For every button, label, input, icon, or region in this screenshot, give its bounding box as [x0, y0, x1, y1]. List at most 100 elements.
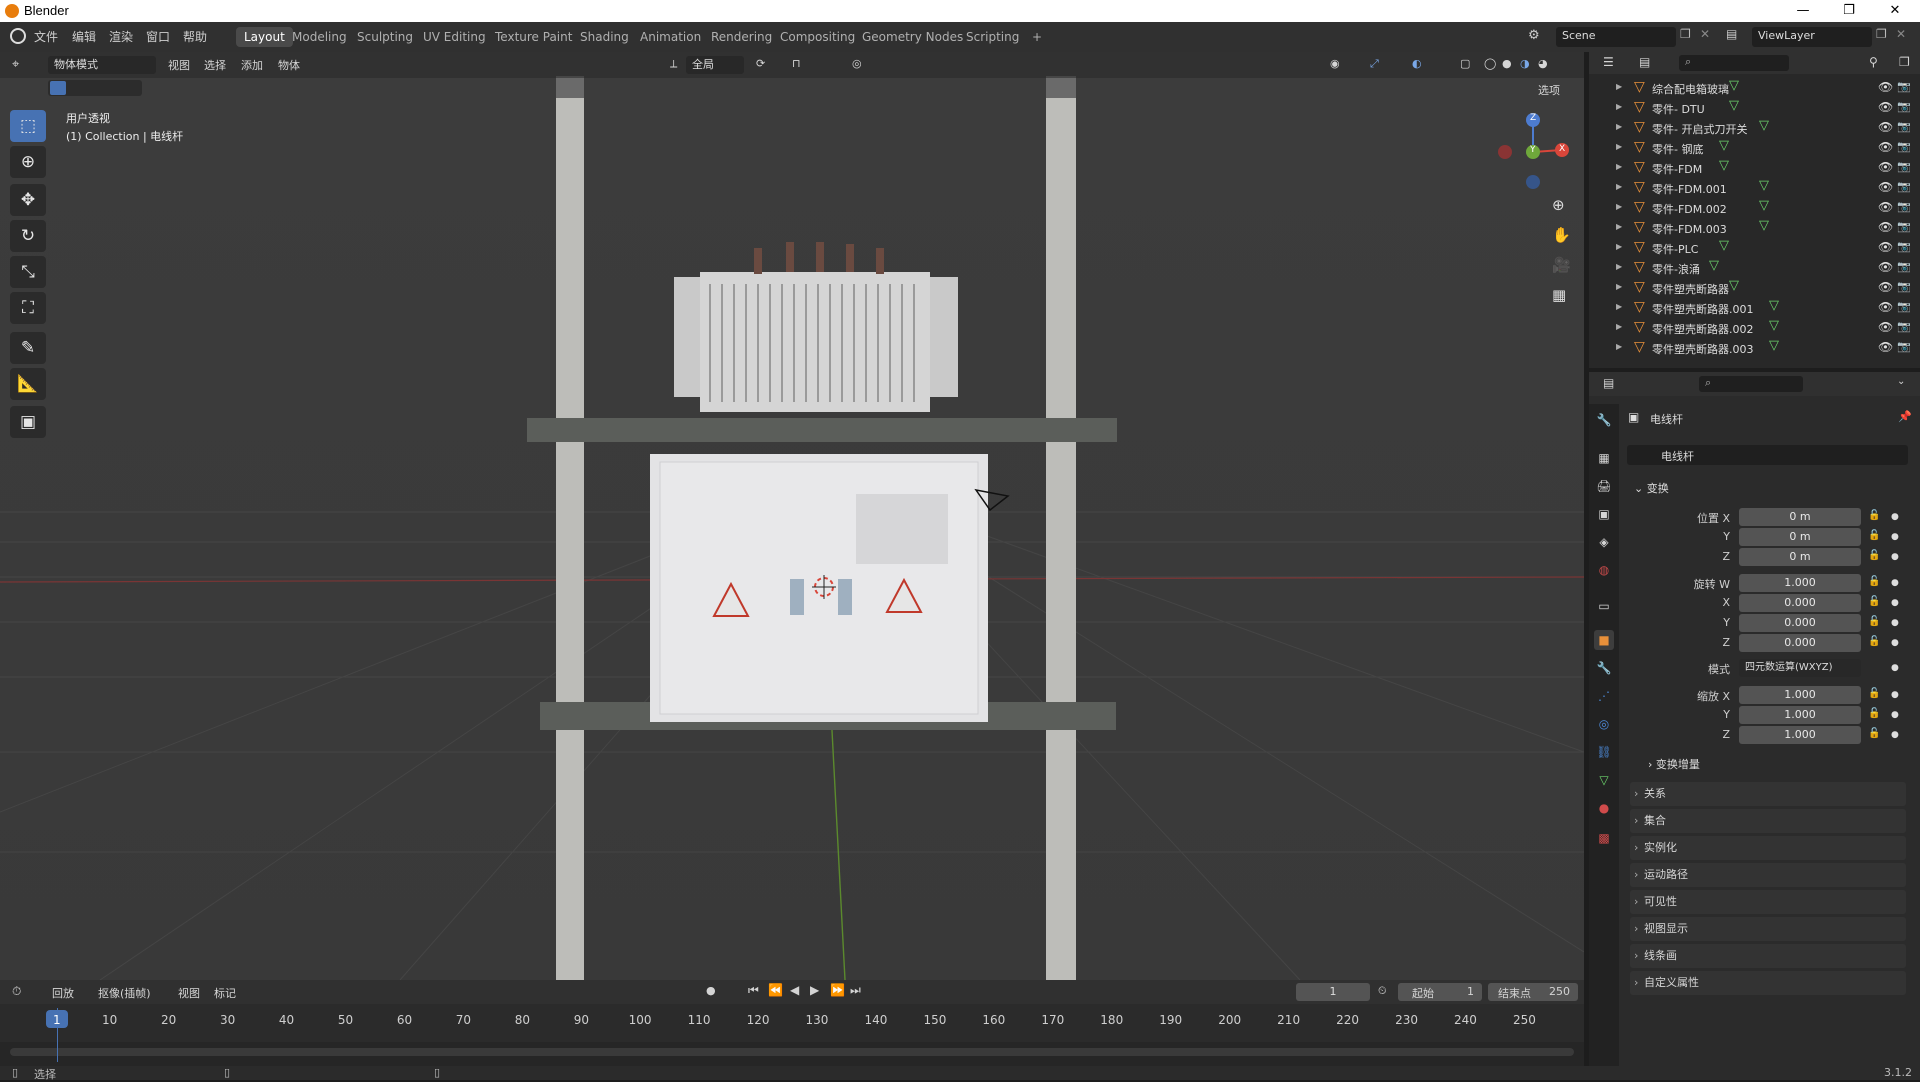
eye-icon[interactable]: 👁 — [1878, 260, 1893, 274]
outliner-item[interactable]: ▶ ▽ 零件-FDM.002 ▽ 👁 📷 — [1589, 198, 1920, 218]
properties-panel[interactable]: 运动路径 — [1630, 863, 1906, 887]
delete-scene-icon[interactable]: ✕ — [1700, 27, 1710, 41]
outliner-item[interactable]: ▶ ▽ 零件- 开启式刀开关 ▽ 👁 📷 — [1589, 118, 1920, 138]
lock-icon[interactable]: 🔓 — [1868, 596, 1880, 607]
menu-file[interactable]: 文件 — [34, 28, 58, 45]
expand-arrow-icon[interactable]: ▶ — [1616, 202, 1622, 211]
render-camera-icon[interactable]: 📷 — [1897, 280, 1911, 293]
transform-orientation-icon[interactable]: ⟂ — [670, 57, 677, 71]
output-tab-icon[interactable]: 🖨 — [1594, 476, 1614, 496]
pan-hand-icon[interactable]: ✋ — [1552, 226, 1571, 244]
lock-icon[interactable]: 🔓 — [1868, 728, 1880, 739]
lock-icon[interactable]: 🔓 — [1868, 530, 1880, 541]
tab-scripting[interactable]: Scripting — [958, 27, 1027, 47]
outliner-item[interactable]: ▶ ▽ 零件-FDM ▽ 👁 📷 — [1589, 158, 1920, 178]
play-icon[interactable]: ▶ — [810, 983, 819, 997]
render-camera-icon[interactable]: 📷 — [1897, 120, 1911, 133]
perspective-toggle-icon[interactable]: ▦ — [1552, 286, 1566, 304]
scale-y-field[interactable]: 1.000 — [1739, 706, 1861, 724]
scene-icon[interactable]: ⚙ — [1528, 28, 1540, 43]
menu-add[interactable]: 添加 — [241, 57, 263, 73]
navigation-gizmo[interactable]: Z X Y — [1490, 110, 1570, 190]
close-button[interactable]: ✕ — [1872, 0, 1918, 22]
modifier-tab-icon[interactable]: 🔧 — [1594, 658, 1614, 678]
outliner-item[interactable]: ▶ ▽ 零件-FDM.003 ▽ 👁 📷 — [1589, 218, 1920, 238]
orientation-select[interactable]: 全局 — [686, 56, 744, 74]
rotation-z-field[interactable]: 0.000 — [1739, 634, 1861, 652]
keyframe-dot-icon[interactable]: ● — [1891, 638, 1899, 648]
timeline-view-menu[interactable]: 视图 — [178, 985, 200, 1001]
rotate-tool-icon[interactable]: ↻ — [10, 220, 46, 252]
material-shading-icon[interactable]: ◑ — [1520, 57, 1530, 70]
expand-arrow-icon[interactable]: ▶ — [1616, 242, 1622, 251]
keyframe-dot-icon[interactable]: ● — [1891, 690, 1899, 700]
tab-geometry-nodes[interactable]: Geometry Nodes — [854, 27, 971, 47]
editor-type-icon[interactable]: ⌖ — [12, 57, 19, 72]
outliner-item[interactable]: ▶ ▽ 零件塑壳断路器.003 ▽ 👁 📷 — [1589, 338, 1920, 358]
scale-tool-icon[interactable]: ⤡ — [10, 256, 46, 288]
keyframe-dot-icon[interactable]: ● — [1891, 618, 1899, 628]
tab-compositing[interactable]: Compositing — [772, 27, 863, 47]
eye-icon[interactable]: 👁 — [1878, 220, 1893, 234]
expand-arrow-icon[interactable]: ▶ — [1616, 142, 1622, 151]
collection-tab-icon[interactable]: ▭ — [1594, 596, 1614, 616]
render-camera-icon[interactable]: 📷 — [1897, 340, 1911, 353]
eye-icon[interactable]: 👁 — [1878, 120, 1893, 134]
visibility-icon[interactable]: ◉ — [1330, 57, 1340, 70]
tool-tab-icon[interactable]: 🔧 — [1594, 410, 1614, 430]
object-name-field[interactable]: 电线杆 — [1627, 445, 1908, 465]
eye-icon[interactable]: 👁 — [1878, 100, 1893, 114]
tab-rendering[interactable]: Rendering — [703, 27, 780, 47]
keyframe-dot-icon[interactable]: ● — [1891, 663, 1899, 673]
preview-range-icon[interactable]: ⏲ — [1378, 984, 1387, 998]
render-camera-icon[interactable]: 📷 — [1897, 240, 1911, 253]
tab-sculpting[interactable]: Sculpting — [349, 27, 421, 47]
transform-tool-icon[interactable]: ⛶ — [10, 292, 46, 324]
scale-x-field[interactable]: 1.000 — [1739, 686, 1861, 704]
constraints-tab-icon[interactable]: ⛓ — [1594, 742, 1614, 762]
minimize-button[interactable]: — — [1780, 0, 1826, 22]
lock-icon[interactable]: 🔓 — [1868, 616, 1880, 627]
lock-icon[interactable]: 🔓 — [1868, 636, 1880, 647]
mesh-data-icon[interactable]: ▽ — [1759, 178, 1769, 193]
keyframe-dot-icon[interactable]: ● — [1891, 532, 1899, 542]
render-camera-icon[interactable]: 📷 — [1897, 300, 1911, 313]
texture-tab-icon[interactable]: ▩ — [1594, 828, 1614, 848]
jump-start-icon[interactable]: ⏮ — [748, 983, 759, 998]
tab-texture-paint[interactable]: Texture Paint — [487, 27, 580, 47]
outliner-item[interactable]: ▶ ▽ 零件-FDM.001 ▽ 👁 📷 — [1589, 178, 1920, 198]
prev-keyframe-icon[interactable]: ⏪ — [768, 983, 783, 997]
menu-select[interactable]: 选择 — [204, 57, 226, 73]
mesh-data-icon[interactable]: ▽ — [1769, 338, 1779, 353]
mesh-data-icon[interactable]: ▽ — [1729, 278, 1739, 293]
options-button[interactable]: 选项 — [1538, 82, 1560, 98]
outliner-item[interactable]: ▶ ▽ 零件塑壳断路器.002 ▽ 👁 📷 — [1589, 318, 1920, 338]
solid-shading-icon[interactable]: ● — [1502, 57, 1512, 70]
render-camera-icon[interactable]: 📷 — [1897, 260, 1911, 273]
maximize-button[interactable]: ❐ — [1826, 0, 1872, 22]
eye-icon[interactable]: 👁 — [1878, 340, 1893, 354]
jump-end-icon[interactable]: ⏭ — [850, 983, 861, 998]
menu-edit[interactable]: 编辑 — [72, 28, 96, 45]
marker-menu[interactable]: 标记 — [214, 985, 236, 1001]
lock-icon[interactable]: 🔓 — [1868, 576, 1880, 587]
expand-arrow-icon[interactable]: ▶ — [1616, 182, 1622, 191]
mode-select[interactable]: 物体模式 — [48, 56, 156, 74]
lock-icon[interactable]: 🔓 — [1868, 550, 1880, 561]
tab-shading[interactable]: Shading — [572, 27, 637, 47]
keyframe-dot-icon[interactable]: ● — [1891, 512, 1899, 522]
render-camera-icon[interactable]: 📷 — [1897, 80, 1911, 93]
properties-panel[interactable]: 线条画 — [1630, 944, 1906, 968]
next-keyframe-icon[interactable]: ⏩ — [830, 983, 845, 997]
lock-icon[interactable]: 🔓 — [1868, 510, 1880, 521]
current-frame-field[interactable]: 1 — [1296, 983, 1370, 1001]
mesh-data-icon[interactable]: ▽ — [1709, 258, 1719, 273]
properties-search-input[interactable] — [1699, 376, 1803, 392]
keyframe-dot-icon[interactable]: ● — [1891, 710, 1899, 720]
annotate-tool-icon[interactable]: ✎ — [10, 332, 46, 364]
menu-help[interactable]: 帮助 — [183, 28, 207, 45]
add-cube-tool-icon[interactable]: ▣ — [10, 406, 46, 438]
pin-icon[interactable]: 📌 — [1898, 410, 1912, 423]
outliner-item[interactable]: ▶ ▽ 零件塑壳断路器.001 ▽ 👁 📷 — [1589, 298, 1920, 318]
scale-z-field[interactable]: 1.000 — [1739, 726, 1861, 744]
